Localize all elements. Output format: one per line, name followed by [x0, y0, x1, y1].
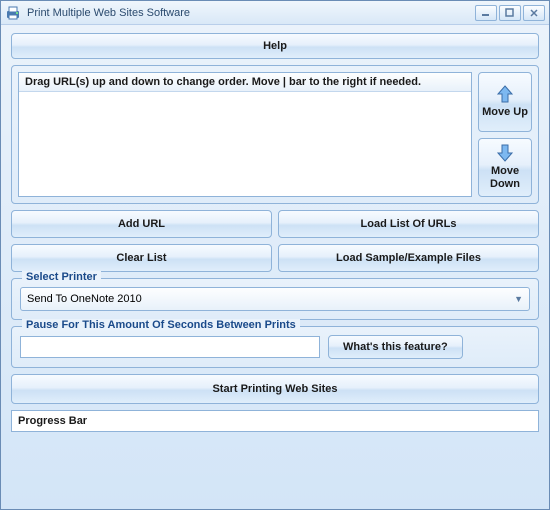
help-label: Help — [263, 40, 287, 52]
arrow-down-icon — [495, 143, 515, 163]
load-list-label: Load List Of URLs — [361, 218, 457, 230]
load-sample-button[interactable]: Load Sample/Example Files — [278, 244, 539, 272]
help-button[interactable]: Help — [11, 33, 539, 59]
window-title: Print Multiple Web Sites Software — [27, 7, 473, 19]
add-url-label: Add URL — [118, 218, 165, 230]
close-button[interactable] — [523, 5, 545, 21]
progress-label: Progress Bar — [18, 415, 87, 427]
titlebar: Print Multiple Web Sites Software — [1, 1, 549, 25]
pause-seconds-input[interactable] — [20, 336, 320, 358]
whats-this-button[interactable]: What's this feature? — [328, 335, 463, 359]
move-up-label: Move Up — [482, 106, 528, 119]
move-down-button[interactable]: Move Down — [478, 138, 532, 198]
clear-list-label: Clear List — [116, 252, 166, 264]
printer-selected-value: Send To OneNote 2010 — [27, 293, 142, 305]
app-window: Print Multiple Web Sites Software Help D… — [0, 0, 550, 510]
start-printing-button[interactable]: Start Printing Web Sites — [11, 374, 539, 404]
move-up-button[interactable]: Move Up — [478, 72, 532, 132]
load-list-button[interactable]: Load List Of URLs — [278, 210, 539, 238]
load-sample-label: Load Sample/Example Files — [336, 252, 481, 264]
select-printer-legend: Select Printer — [22, 271, 101, 283]
select-printer-fieldset: Select Printer Send To OneNote 2010 ▼ — [11, 278, 539, 320]
whats-this-label: What's this feature? — [343, 341, 448, 353]
start-printing-label: Start Printing Web Sites — [212, 383, 337, 395]
clear-list-button[interactable]: Clear List — [11, 244, 272, 272]
minimize-button[interactable] — [475, 5, 497, 21]
url-panel: Drag URL(s) up and down to change order.… — [11, 65, 539, 204]
chevron-down-icon: ▼ — [514, 294, 523, 304]
pause-fieldset: Pause For This Amount Of Seconds Between… — [11, 326, 539, 368]
url-list-header: Drag URL(s) up and down to change order.… — [19, 73, 471, 92]
action-buttons: Add URL Load List Of URLs Clear List Loa… — [11, 210, 539, 272]
maximize-button[interactable] — [499, 5, 521, 21]
add-url-button[interactable]: Add URL — [11, 210, 272, 238]
pause-legend: Pause For This Amount Of Seconds Between… — [22, 319, 300, 331]
content-area: Help Drag URL(s) up and down to change o… — [1, 25, 549, 440]
move-down-label: Move Down — [479, 165, 531, 191]
printer-select[interactable]: Send To OneNote 2010 ▼ — [20, 287, 530, 311]
url-list[interactable]: Drag URL(s) up and down to change order.… — [18, 72, 472, 197]
progress-bar: Progress Bar — [11, 410, 539, 432]
app-icon — [5, 5, 21, 21]
arrow-up-icon — [495, 84, 515, 104]
